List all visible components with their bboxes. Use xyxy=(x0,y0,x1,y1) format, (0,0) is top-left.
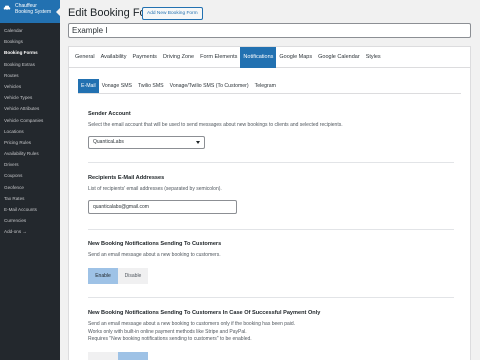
paid-notifications-section: New Booking Notifications Sending To Cus… xyxy=(88,310,454,360)
paid-notifications-desc: Send an email message about a new bookin… xyxy=(88,321,454,344)
subtab-twilio-sms[interactable]: Twilio SMS xyxy=(135,79,167,93)
subtab-vonage-twilio-customer[interactable]: Vonage/Twilio SMS (To Customer) xyxy=(167,79,252,93)
sidebar-item-geofence[interactable]: Geofence xyxy=(0,182,60,193)
settings-tabs: General Availability Payments Driving Zo… xyxy=(69,47,470,68)
sidebar-item-email-accounts[interactable]: E-Mail Accounts xyxy=(0,204,60,215)
paid-disable-button[interactable] xyxy=(118,351,148,360)
sidebar-item-currencies[interactable]: Currencies xyxy=(0,215,60,226)
sender-account-title: Sender Account xyxy=(88,111,131,117)
settings-panel: General Availability Payments Driving Zo… xyxy=(68,46,471,360)
plugin-brand[interactable]: Chauffeur Booking System xyxy=(0,0,60,23)
recipients-email-input[interactable]: quanticalabs@gmail.com xyxy=(88,199,237,214)
disable-button[interactable]: Disable xyxy=(118,267,148,284)
tab-payments[interactable]: Payments xyxy=(129,47,159,68)
sidebar-item-drivers[interactable]: Drivers xyxy=(0,159,60,170)
recipients-desc: List of recipients' email addresses (sep… xyxy=(88,186,222,192)
paid-notifications-title: New Booking Notifications Sending To Cus… xyxy=(88,310,321,316)
sidebar-item-addons[interactable]: Add-ons → xyxy=(0,226,60,237)
section-divider xyxy=(88,297,454,298)
tab-form-elements[interactable]: Form Elements xyxy=(197,47,240,68)
sidebar-item-vehicle-types[interactable]: Vehicle Types xyxy=(0,92,60,103)
enable-button[interactable]: Enable xyxy=(88,267,118,284)
recipients-section: Recipients E-Mail Addresses List of reci… xyxy=(88,175,454,214)
chevron-down-icon xyxy=(196,140,200,144)
paid-enable-button[interactable] xyxy=(88,351,118,360)
car-icon xyxy=(3,5,11,11)
tab-general[interactable]: General xyxy=(72,47,98,68)
tab-styles[interactable]: Styles xyxy=(363,47,384,68)
brand-line-2: Booking System xyxy=(15,9,52,15)
section-divider xyxy=(88,229,454,230)
sender-account-select[interactable]: QuanticaLabs xyxy=(88,135,205,149)
sidebar-item-availability-rules[interactable]: Availability Rules xyxy=(0,148,60,159)
admin-sidebar: Chauffeur Booking System Calendar Bookin… xyxy=(0,0,60,360)
form-name-input[interactable]: Example I xyxy=(68,23,471,38)
sidebar-item-coupons[interactable]: Coupons xyxy=(0,170,60,181)
section-divider xyxy=(88,162,454,163)
tab-notifications[interactable]: Notifications xyxy=(240,47,277,68)
sidebar-item-booking-forms[interactable]: Booking Forms xyxy=(0,47,60,58)
sidebar-item-booking-extras[interactable]: Booking Extras xyxy=(0,59,60,70)
subtab-telegram[interactable]: Telegram xyxy=(252,79,279,93)
paid-desc-line-1: Send an email message about a new bookin… xyxy=(88,321,296,327)
main-content: Edit Booking Form Add New Booking Form E… xyxy=(60,0,480,360)
sender-account-selected: QuanticaLabs xyxy=(93,138,124,145)
subtabs-divider xyxy=(78,93,461,94)
customer-notifications-section: New Booking Notifications Sending To Cus… xyxy=(88,241,454,284)
sender-account-desc: Select the email account that will be us… xyxy=(88,122,343,128)
sidebar-item-vehicle-companies[interactable]: Vehicle Companies xyxy=(0,115,60,126)
customer-notifications-title: New Booking Notifications Sending To Cus… xyxy=(88,241,222,247)
customer-notifications-desc: Send an email message about a new bookin… xyxy=(88,252,221,258)
sidebar-menu: Calendar Bookings Booking Forms Booking … xyxy=(0,23,60,238)
recipients-title: Recipients E-Mail Addresses xyxy=(88,175,165,181)
sidebar-item-calendar[interactable]: Calendar xyxy=(0,25,60,36)
paid-desc-line-3: Requires "New booking notifications send… xyxy=(88,336,252,342)
sidebar-item-routes[interactable]: Routes xyxy=(0,70,60,81)
sidebar-item-locations[interactable]: Locations xyxy=(0,126,60,137)
sender-account-section: Sender Account Select the email account … xyxy=(88,111,454,149)
paid-desc-line-2: Works only with built-in online payment … xyxy=(88,328,247,335)
sidebar-item-tax-rates[interactable]: Tax Rates xyxy=(0,193,60,204)
customer-notifications-toggle: Enable Disable xyxy=(88,267,454,284)
sidebar-item-pricing-rules[interactable]: Pricing Rules xyxy=(0,137,60,148)
notification-subtabs: E-Mail Vonage SMS Twilio SMS Vonage/Twil… xyxy=(78,79,279,93)
tab-driving-zone[interactable]: Driving Zone xyxy=(160,47,197,68)
tab-google-maps[interactable]: Google Maps xyxy=(276,47,315,68)
sidebar-item-vehicles[interactable]: Vehicles xyxy=(0,81,60,92)
subtab-email[interactable]: E-Mail xyxy=(78,79,99,93)
paid-notifications-toggle xyxy=(88,351,454,360)
add-new-booking-form-button[interactable]: Add New Booking Form xyxy=(142,7,203,20)
sidebar-item-bookings[interactable]: Bookings xyxy=(0,36,60,47)
subtab-vonage-sms[interactable]: Vonage SMS xyxy=(99,79,135,93)
tab-google-calendar[interactable]: Google Calendar xyxy=(315,47,363,68)
tab-availability[interactable]: Availability xyxy=(98,47,130,68)
sidebar-item-vehicle-attributes[interactable]: Vehicle Attributes xyxy=(0,103,60,114)
